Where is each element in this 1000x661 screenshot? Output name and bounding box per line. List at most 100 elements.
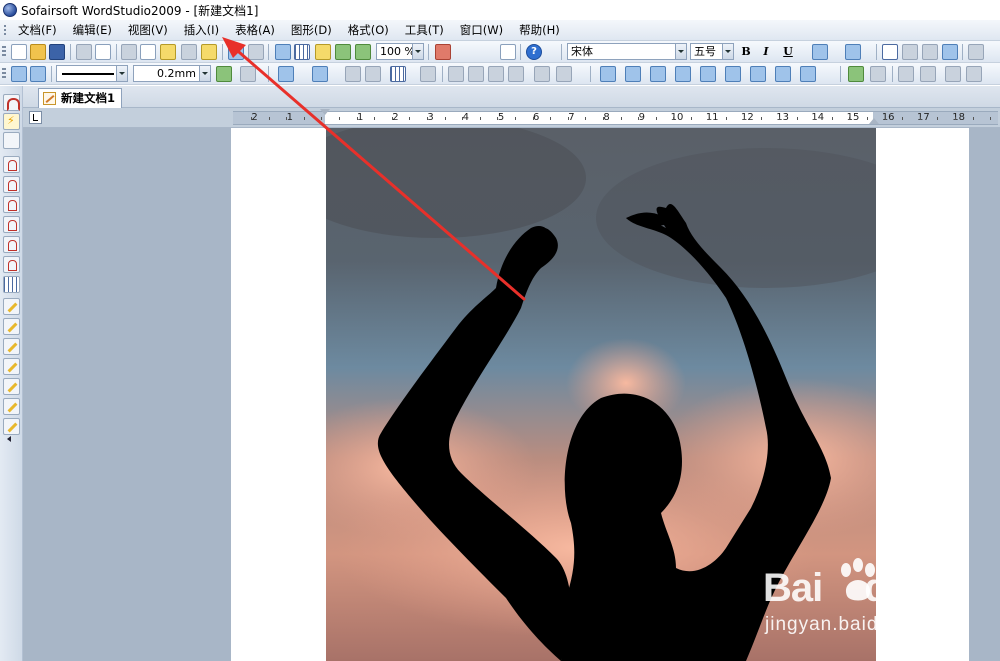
lightning-icon[interactable] bbox=[3, 113, 20, 130]
callout-3-icon[interactable] bbox=[650, 66, 666, 82]
line-color-icon[interactable] bbox=[216, 66, 232, 82]
help-icon[interactable]: ? bbox=[526, 44, 542, 60]
pencil-tool-icon[interactable] bbox=[3, 298, 20, 315]
arc-tool-icon[interactable] bbox=[3, 156, 20, 173]
arc-tool-6-icon[interactable] bbox=[3, 256, 20, 273]
line-width-select[interactable]: 0.2mm bbox=[133, 65, 211, 82]
edit-points-icon[interactable] bbox=[30, 66, 46, 82]
align-bottom-icon[interactable] bbox=[488, 66, 504, 82]
cancel-circle-icon[interactable] bbox=[3, 132, 20, 149]
arc-tool-2-icon[interactable] bbox=[3, 176, 20, 193]
menu-document[interactable]: 文档(F) bbox=[10, 21, 65, 40]
menubar-grip-icon[interactable] bbox=[0, 20, 10, 41]
chevron-down-icon[interactable] bbox=[199, 66, 210, 81]
pencil-tool-4-icon[interactable] bbox=[3, 358, 20, 375]
grid-tool-icon[interactable] bbox=[3, 276, 20, 293]
line-style-select[interactable] bbox=[56, 65, 128, 82]
menu-help[interactable]: 帮助(H) bbox=[511, 21, 568, 40]
callout-6-icon[interactable] bbox=[725, 66, 741, 82]
menu-insert[interactable]: 插入(I) bbox=[176, 21, 227, 40]
menu-edit[interactable]: 编辑(E) bbox=[65, 21, 120, 40]
hand-tool-icon[interactable] bbox=[315, 44, 331, 60]
chevron-down-icon[interactable] bbox=[675, 44, 686, 59]
border-icon[interactable] bbox=[240, 66, 256, 82]
menu-table[interactable]: 表格(A) bbox=[227, 21, 283, 40]
italic-button[interactable]: I bbox=[758, 44, 774, 60]
tab-stop-selector-icon[interactable] bbox=[29, 111, 42, 124]
snap-magnet-icon[interactable] bbox=[3, 94, 20, 111]
right-indent-marker-icon[interactable] bbox=[869, 118, 879, 124]
redo-icon[interactable] bbox=[248, 44, 264, 60]
bring-forward-icon[interactable] bbox=[898, 66, 914, 82]
paste-icon[interactable] bbox=[160, 44, 176, 60]
chevron-left-icon[interactable] bbox=[7, 436, 11, 442]
insert-image-icon[interactable] bbox=[848, 66, 864, 82]
bold-button[interactable]: B bbox=[738, 44, 754, 60]
chevron-down-icon[interactable] bbox=[722, 44, 733, 59]
chevron-down-icon[interactable] bbox=[116, 66, 127, 81]
edit-shape-icon[interactable] bbox=[11, 66, 27, 82]
highlight-icon[interactable] bbox=[845, 44, 861, 60]
symbol-dropdown-icon[interactable] bbox=[462, 44, 486, 60]
arc-tool-4-icon[interactable] bbox=[3, 216, 20, 233]
rotate-icon[interactable] bbox=[534, 66, 550, 82]
align-right-icon[interactable] bbox=[922, 44, 938, 60]
find-icon[interactable] bbox=[275, 44, 291, 60]
send-backward-icon[interactable] bbox=[920, 66, 936, 82]
align-center-icon[interactable] bbox=[902, 44, 918, 60]
zoom-in-icon[interactable] bbox=[335, 44, 351, 60]
callout-4-icon[interactable] bbox=[675, 66, 691, 82]
shadow-icon[interactable] bbox=[312, 66, 328, 82]
menu-graphics[interactable]: 图形(D) bbox=[283, 21, 340, 40]
align-top-icon[interactable] bbox=[448, 66, 464, 82]
open-folder-icon[interactable] bbox=[30, 44, 46, 60]
arc-tool-5-icon[interactable] bbox=[3, 236, 20, 253]
cut-icon[interactable] bbox=[121, 44, 137, 60]
group-icon[interactable] bbox=[345, 66, 361, 82]
callout-8-icon[interactable] bbox=[775, 66, 791, 82]
new-document-icon[interactable] bbox=[11, 44, 27, 60]
first-line-indent-marker-icon[interactable] bbox=[320, 109, 330, 115]
print-preview-icon[interactable] bbox=[95, 44, 111, 60]
bring-to-front-icon[interactable] bbox=[945, 66, 961, 82]
copy-icon[interactable] bbox=[140, 44, 156, 60]
horizontal-ruler[interactable]: 2 1 1 2 3 4 5 6 7 8 9 10 11 12 13 14 15 16 17 18 bbox=[233, 109, 998, 125]
pencil-tool-3-icon[interactable] bbox=[3, 338, 20, 355]
callout-2-icon[interactable] bbox=[625, 66, 641, 82]
toolbar-grip-icon[interactable] bbox=[2, 46, 6, 58]
arc-tool-3-icon[interactable] bbox=[3, 196, 20, 213]
delete-icon[interactable] bbox=[181, 44, 197, 60]
bullet-list-icon[interactable] bbox=[968, 44, 984, 60]
menu-format[interactable]: 格式(O) bbox=[340, 21, 397, 40]
toolbar-grip-icon[interactable] bbox=[2, 68, 6, 80]
superscript-icon[interactable] bbox=[812, 44, 828, 60]
underline-button[interactable]: U bbox=[780, 44, 796, 60]
format-painter-icon[interactable] bbox=[201, 44, 217, 60]
tab-new-document-1[interactable]: 新建文档1 bbox=[38, 88, 123, 108]
callout-1-icon[interactable] bbox=[600, 66, 616, 82]
chevron-down-icon[interactable] bbox=[412, 44, 423, 59]
callout-7-icon[interactable] bbox=[750, 66, 766, 82]
send-to-back-icon[interactable] bbox=[966, 66, 982, 82]
table-insert-icon[interactable] bbox=[390, 66, 406, 82]
frame-icon[interactable] bbox=[420, 66, 436, 82]
insert-chart-icon[interactable] bbox=[435, 44, 451, 60]
distribute-icon[interactable] bbox=[508, 66, 524, 82]
menu-tools[interactable]: 工具(T) bbox=[397, 21, 452, 40]
menu-view[interactable]: 视图(V) bbox=[120, 21, 176, 40]
pencil-tool-5-icon[interactable] bbox=[3, 378, 20, 395]
pencil-tool-6-icon[interactable] bbox=[3, 398, 20, 415]
menu-window[interactable]: 窗口(W) bbox=[452, 21, 511, 40]
fill-color-icon[interactable] bbox=[278, 66, 294, 82]
font-name-select[interactable]: 宋体 bbox=[567, 43, 687, 60]
table-grid-icon[interactable] bbox=[294, 44, 310, 60]
align-middle-icon[interactable] bbox=[468, 66, 484, 82]
image-frame-icon[interactable] bbox=[870, 66, 886, 82]
zoom-select[interactable]: 100 % bbox=[376, 43, 424, 60]
flip-icon[interactable] bbox=[556, 66, 572, 82]
print-icon[interactable] bbox=[76, 44, 92, 60]
align-left-icon[interactable] bbox=[882, 44, 898, 60]
pencil-tool-2-icon[interactable] bbox=[3, 318, 20, 335]
zoom-out-icon[interactable] bbox=[355, 44, 371, 60]
font-size-select[interactable]: 五号 bbox=[690, 43, 734, 60]
